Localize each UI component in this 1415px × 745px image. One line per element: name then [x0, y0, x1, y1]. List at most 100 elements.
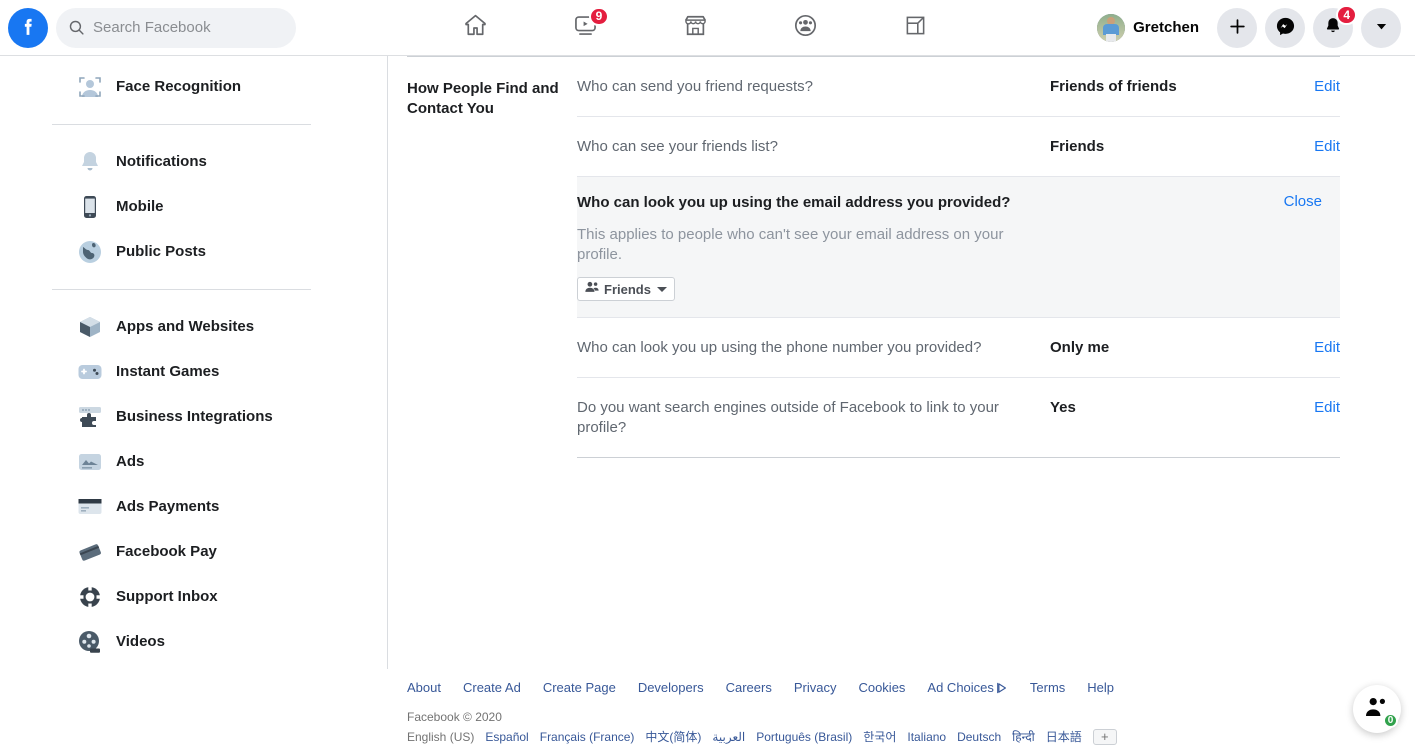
audience-dropdown-label: Friends — [604, 282, 651, 297]
sidebar-item-support-inbox[interactable]: Support Inbox — [0, 574, 387, 619]
sidebar-item-label: Videos — [116, 633, 165, 650]
sidebar-item-label: Facebook Pay — [116, 543, 217, 560]
footer-link-careers[interactable]: Careers — [726, 680, 772, 695]
facebook-logo-icon[interactable] — [8, 8, 48, 48]
nav-watch-button[interactable]: 9 — [531, 4, 641, 52]
privacy-settings-section: How People Find and Contact You Who can … — [407, 56, 1340, 458]
footer-link-ad-choices[interactable]: Ad Choices — [927, 680, 1007, 695]
chevron-down-icon — [657, 287, 667, 292]
sidebar-item-label: Notifications — [116, 153, 207, 170]
sidebar-item-face-recognition[interactable]: Face Recognition — [0, 64, 387, 109]
sidebar-item-business-integrations[interactable]: Business Integrations — [0, 394, 387, 439]
settings-row: Who can look you up using the phone numb… — [577, 317, 1340, 378]
search-icon — [68, 19, 85, 36]
settings-row-expanded: Who can look you up using the email addr… — [577, 177, 1340, 317]
footer-link-help[interactable]: Help — [1087, 680, 1114, 695]
language-option[interactable]: العربية — [712, 730, 745, 744]
adchoices-icon — [996, 682, 1008, 694]
language-option[interactable]: Deutsch — [957, 730, 1001, 744]
nav-marketplace-button[interactable] — [641, 4, 751, 52]
notifications-button[interactable]: 4 — [1313, 8, 1353, 48]
cube-icon — [76, 313, 104, 341]
profile-name: Gretchen — [1133, 19, 1199, 36]
site-footer: About Create Ad Create Page Developers C… — [388, 670, 1415, 741]
sidebar-group-1: A文 Language and Region Face Recognition — [0, 56, 387, 109]
sidebar-item-videos[interactable]: Videos — [0, 619, 387, 664]
footer-link-developers[interactable]: Developers — [638, 680, 704, 695]
nav-groups-button[interactable] — [751, 4, 861, 52]
nav-gaming-button[interactable] — [861, 4, 971, 52]
account-menu-button[interactable] — [1361, 8, 1401, 48]
sidebar-item-apps-and-websites[interactable]: Apps and Websites — [0, 304, 387, 349]
close-button[interactable]: Close — [1284, 193, 1322, 210]
sidebar-item-label: Apps and Websites — [116, 318, 254, 335]
sidebar-item-label: Mobile — [116, 198, 164, 215]
sidebar-divider — [52, 289, 311, 290]
language-option[interactable]: Español — [485, 730, 528, 744]
language-option[interactable]: Italiano — [907, 730, 946, 744]
sidebar-item-language-and-region[interactable]: A文 Language and Region — [0, 56, 387, 64]
sidebar-item-mobile[interactable]: Mobile — [0, 184, 387, 229]
footer-links: About Create Ad Create Page Developers C… — [407, 680, 1415, 695]
language-option[interactable]: 한국어 — [863, 728, 896, 745]
messenger-icon — [1275, 16, 1296, 40]
section-title: How People Find and Contact You — [407, 57, 577, 458]
language-current: English (US) — [407, 730, 474, 744]
create-button[interactable] — [1217, 8, 1257, 48]
edit-button[interactable]: Edit — [1260, 338, 1340, 358]
more-languages-button[interactable]: + — [1093, 729, 1117, 745]
gaming-icon — [903, 13, 928, 43]
footer-link-cookies[interactable]: Cookies — [858, 680, 905, 695]
sidebar-item-label: Instant Games — [116, 363, 219, 380]
setting-value: Only me — [1050, 338, 1260, 358]
sidebar-item-label: Ads — [116, 453, 144, 470]
footer-link-create-page[interactable]: Create Page — [543, 680, 616, 695]
avatar — [1097, 14, 1125, 42]
audience-dropdown[interactable]: Friends — [577, 277, 675, 301]
settings-rows: Who can send you friend requests? Friend… — [577, 57, 1340, 458]
footer-link-create-ad[interactable]: Create Ad — [463, 680, 521, 695]
language-option[interactable]: 中文(简体) — [645, 728, 701, 745]
friends-icon — [585, 280, 599, 298]
sidebar-item-ads[interactable]: Ads — [0, 439, 387, 484]
notifications-badge: 4 — [1336, 5, 1357, 25]
footer-link-about[interactable]: About — [407, 680, 441, 695]
sidebar-item-instant-games[interactable]: Instant Games — [0, 349, 387, 394]
language-option[interactable]: Français (France) — [540, 730, 635, 744]
setting-value: Friends — [1050, 137, 1260, 157]
language-option[interactable]: 日本語 — [1046, 728, 1082, 745]
profile-button[interactable]: Gretchen — [1095, 10, 1209, 46]
sidebar-item-label: Ads Payments — [116, 498, 219, 515]
settings-row: Do you want search engines outside of Fa… — [577, 378, 1340, 458]
sidebar-item-ads-payments[interactable]: Ads Payments — [0, 484, 387, 529]
language-option[interactable]: Português (Brasil) — [756, 730, 852, 744]
footer-link-privacy[interactable]: Privacy — [794, 680, 837, 695]
sidebar-item-label: Face Recognition — [116, 78, 241, 95]
footer-link-terms[interactable]: Terms — [1030, 680, 1065, 695]
setting-question: Who can look you up using the email addr… — [577, 193, 1284, 213]
puzzle-icon — [76, 403, 104, 431]
home-icon — [462, 12, 489, 44]
sidebar-item-notifications[interactable]: Notifications — [0, 139, 387, 184]
footer-link-ad-choices-label: Ad Choices — [927, 680, 993, 695]
settings-sidebar[interactable]: A文 Language and Region Face Recognition — [0, 56, 388, 669]
sidebar-item-facebook-pay[interactable]: Facebook Pay — [0, 529, 387, 574]
sidebar-item-public-posts[interactable]: Public Posts — [0, 229, 387, 274]
nav-home-button[interactable] — [421, 4, 531, 52]
edit-button[interactable]: Edit — [1260, 137, 1340, 157]
notifications-bell-icon — [76, 148, 104, 176]
search-bar[interactable] — [56, 8, 296, 48]
edit-button[interactable]: Edit — [1260, 77, 1340, 97]
facebook-pay-icon — [76, 538, 104, 566]
marketplace-icon — [682, 12, 709, 44]
language-option[interactable]: हिन्दी — [1012, 728, 1035, 745]
edit-button[interactable]: Edit — [1260, 398, 1340, 418]
setting-question: Who can look you up using the phone numb… — [577, 338, 1050, 358]
ads-icon — [76, 448, 104, 476]
setting-question: Do you want search engines outside of Fa… — [577, 398, 1050, 438]
copyright-text: Facebook © 2020 — [407, 710, 1415, 724]
credit-card-icon — [76, 493, 104, 521]
search-input[interactable] — [93, 19, 283, 36]
messenger-button[interactable] — [1265, 8, 1305, 48]
contacts-chat-button[interactable]: 0 — [1353, 685, 1401, 733]
